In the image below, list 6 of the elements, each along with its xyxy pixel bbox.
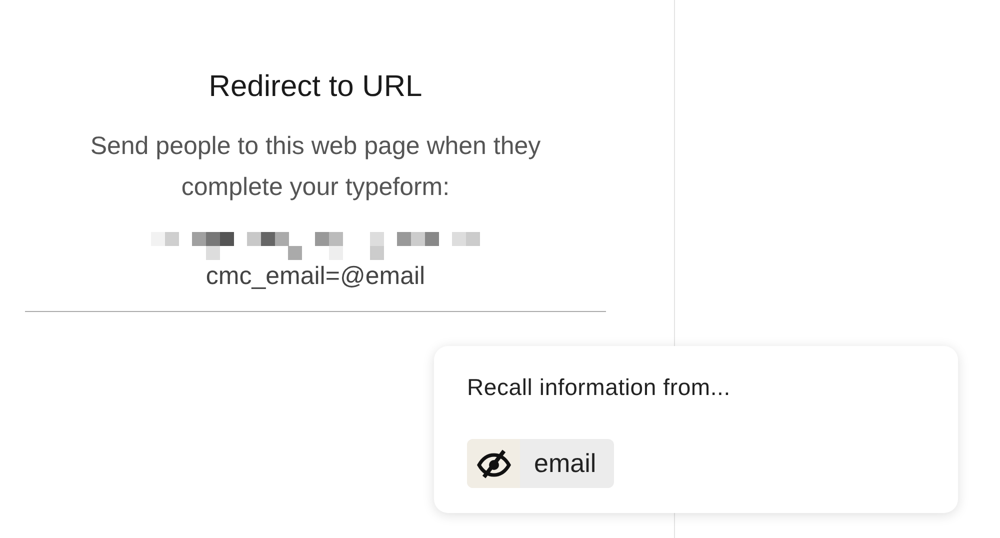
- panel-title: Redirect to URL: [208, 70, 422, 104]
- popup-title: Recall information from...: [467, 374, 732, 401]
- panel-description: Send people to this web page when they complete your typeform:: [89, 131, 542, 203]
- field-option[interactable]: email: [467, 439, 614, 488]
- eye-slash-icon: [476, 448, 510, 478]
- url-text: cmc_email=@email: [206, 262, 426, 291]
